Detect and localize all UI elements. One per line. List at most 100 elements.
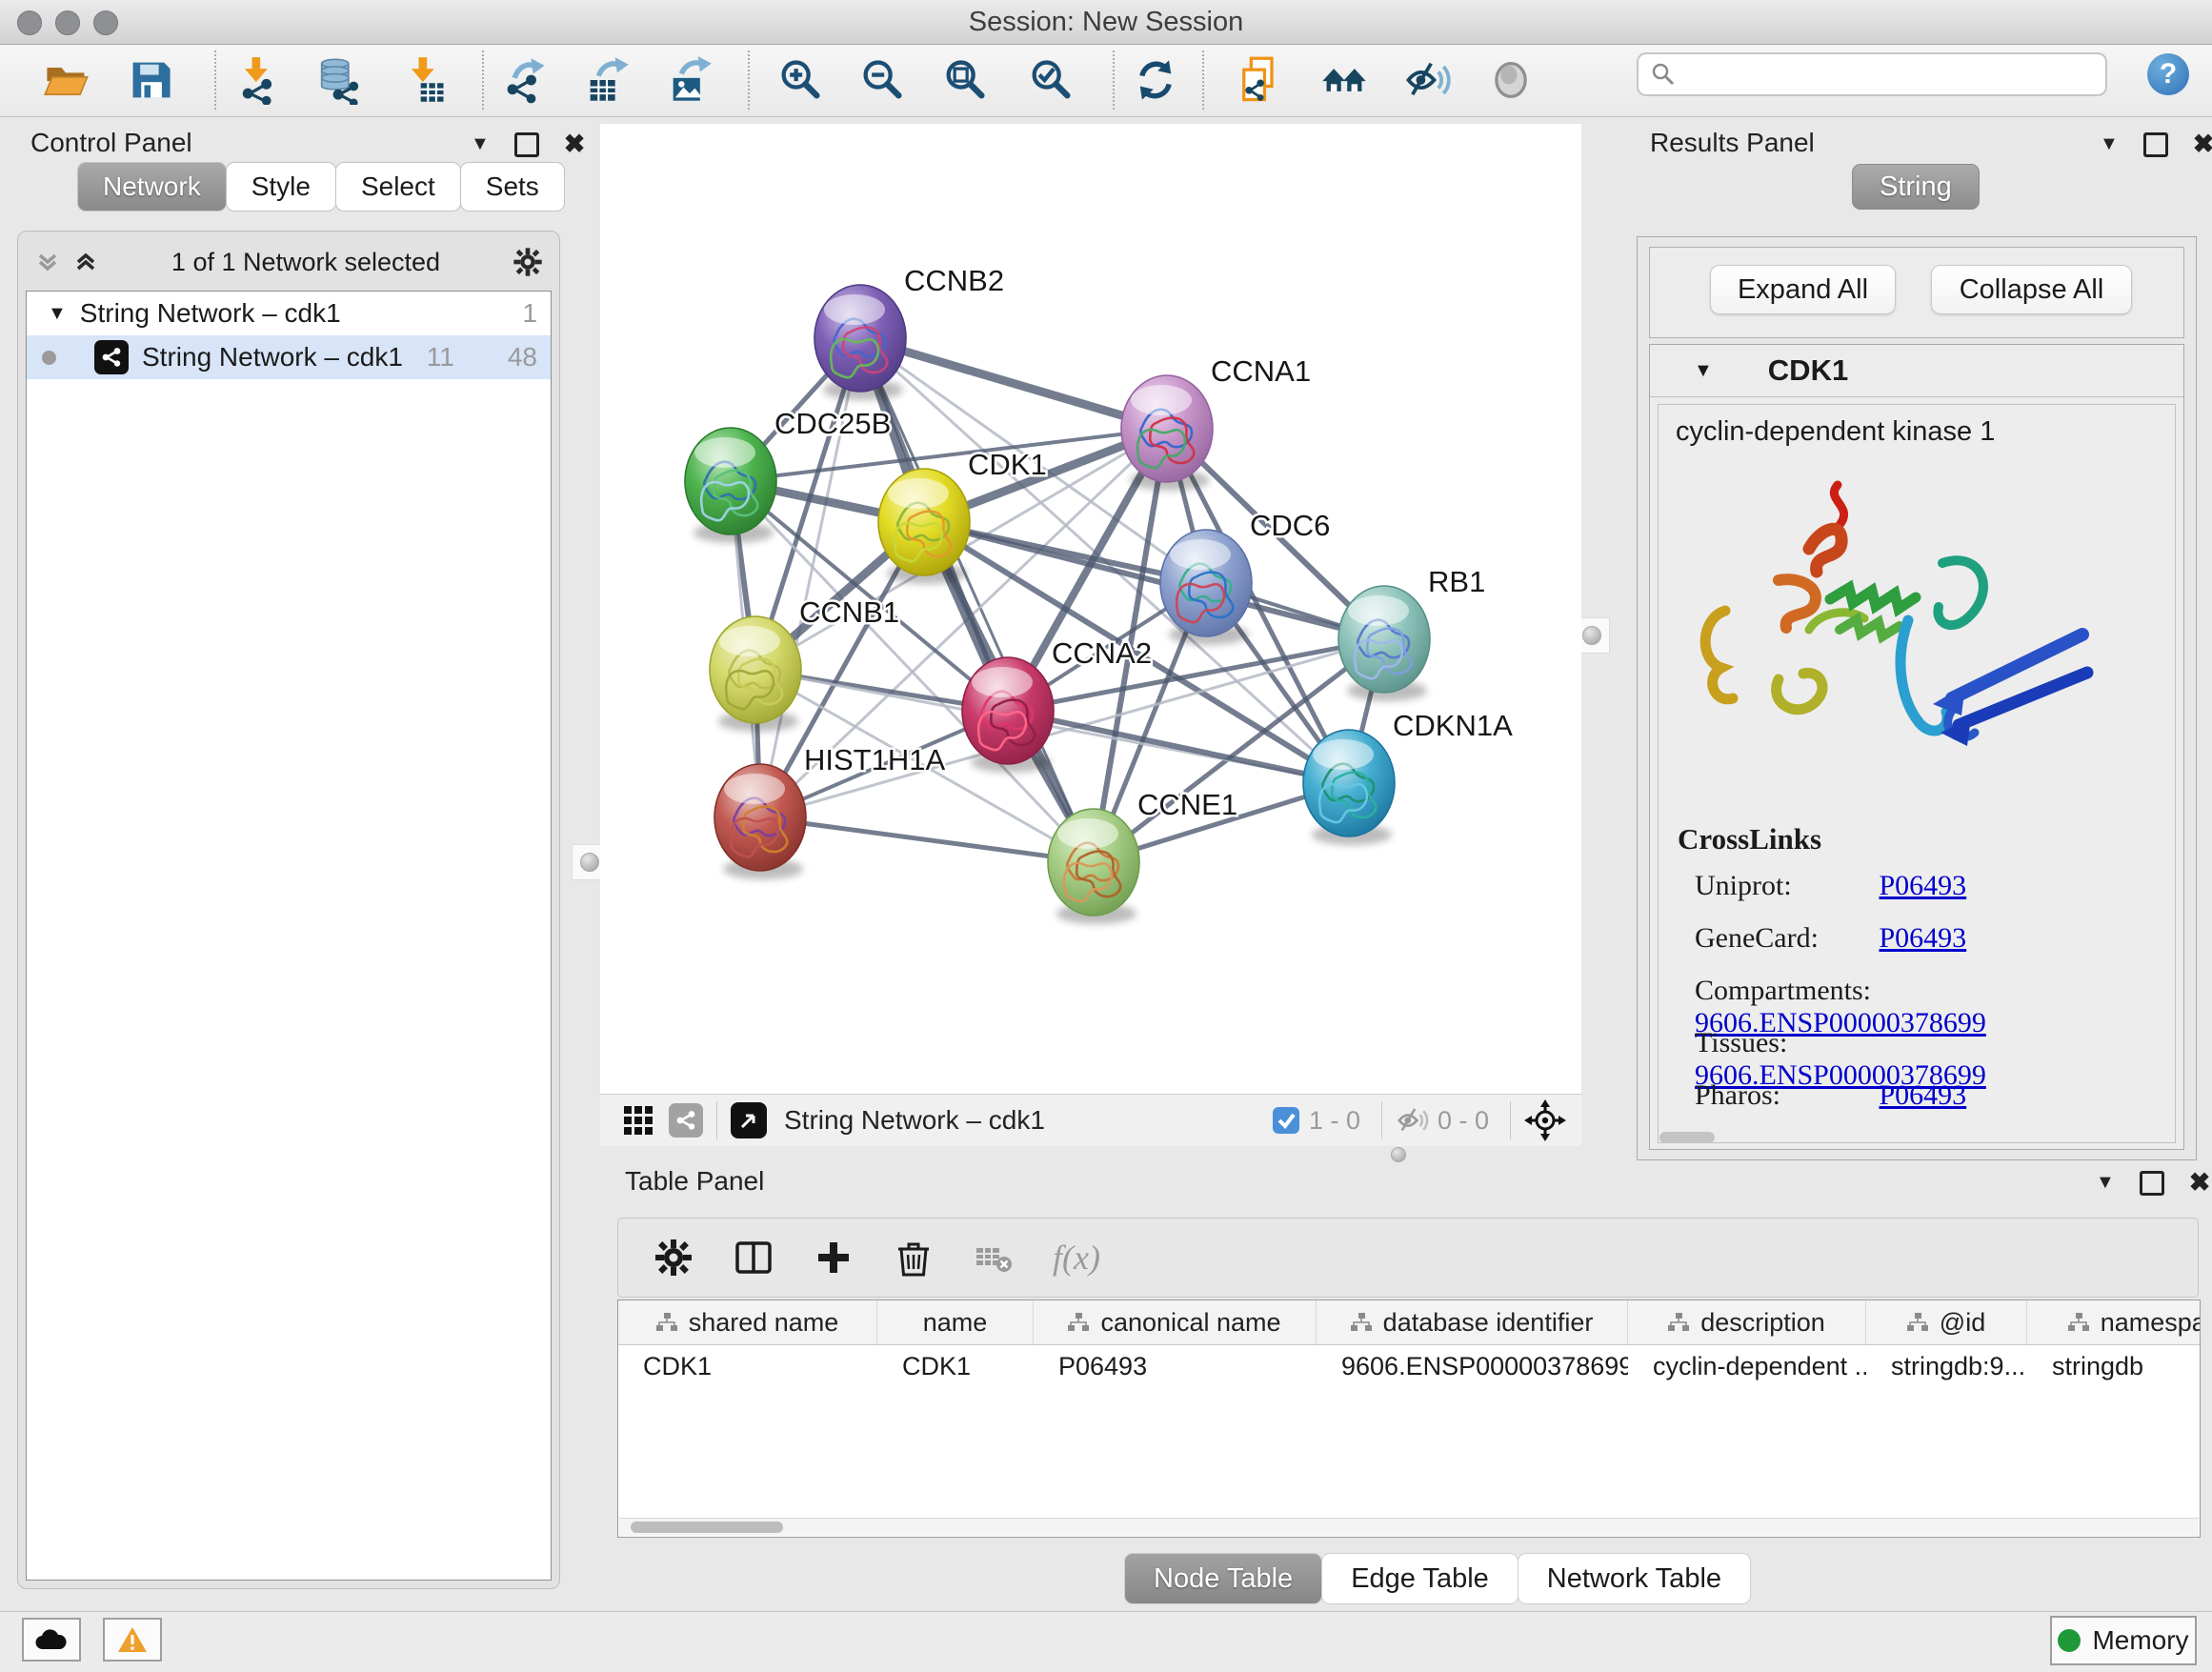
node-table[interactable]: shared name name canonical name database…: [617, 1299, 2201, 1538]
expand-all-button[interactable]: Expand All: [1710, 265, 1896, 314]
zoom-in-icon[interactable]: [773, 52, 828, 108]
panel-collapse-icon[interactable]: ▼: [471, 133, 490, 155]
table-panel-title: Table Panel: [625, 1166, 764, 1197]
warning-button[interactable]: [103, 1618, 162, 1662]
column-header[interactable]: description: [1628, 1300, 1866, 1344]
export-image-icon[interactable]: [662, 52, 717, 108]
cloud-button[interactable]: [22, 1618, 81, 1662]
gene-section-header[interactable]: ▼ CDK1: [1650, 345, 2183, 397]
table-gear-icon[interactable]: [653, 1237, 694, 1279]
gear-icon[interactable]: [512, 246, 544, 278]
crosslink-row: GeneCard: P06493: [1695, 922, 2152, 955]
window-minimize-button[interactable]: [55, 10, 80, 35]
column-header[interactable]: database identifier: [1317, 1300, 1628, 1344]
export-table-icon[interactable]: [579, 52, 634, 108]
tree-expander-icon[interactable]: ▼: [48, 303, 67, 325]
fit-selected-crosshair-icon[interactable]: [1524, 1099, 1566, 1141]
grid-view-icon[interactable]: [621, 1103, 655, 1138]
network-view-toolbar: String Network – cdk1 1 - 0 0 - 0: [600, 1094, 1581, 1146]
expand-all-icon[interactable]: [71, 248, 100, 276]
split-columns-icon[interactable]: [733, 1237, 774, 1279]
panel-float-icon[interactable]: [2143, 132, 2168, 157]
protein-structure-image: [1687, 458, 2125, 811]
panel-close-icon[interactable]: ✖: [2193, 130, 2212, 159]
network-row-selected[interactable]: String Network – cdk1 11 48: [27, 335, 551, 379]
memory-status-dot: [2058, 1629, 2081, 1652]
string-results-container: Expand All Collapse All ▼ CDK1 cyclin-de…: [1637, 236, 2197, 1160]
open-session-icon[interactable]: [39, 52, 94, 108]
help-button[interactable]: ?: [2147, 53, 2189, 95]
network-canvas[interactable]: CCNB2CCNA1CDC25BCDK1CDC6RB1CCNB1CCNA2CDK…: [600, 124, 1581, 1094]
home-icon[interactable]: [1317, 52, 1372, 108]
tab-node-table[interactable]: Node Table: [1124, 1553, 1322, 1604]
section-expander-icon[interactable]: ▼: [1694, 360, 1713, 382]
function-builder-icon: f(x): [1053, 1238, 1100, 1278]
table-hscrollbar-thumb[interactable]: [631, 1521, 783, 1533]
tab-string[interactable]: String: [1852, 164, 1980, 210]
zoom-selected-icon[interactable]: [1023, 52, 1078, 108]
svg-text:CDKN1A: CDKN1A: [1393, 709, 1513, 742]
import-database-icon[interactable]: [311, 52, 366, 108]
panel-close-icon[interactable]: ✖: [564, 130, 586, 159]
hide-selected-icon[interactable]: [1400, 52, 1456, 108]
gene-details: cyclin-dependent kinase 1: [1658, 404, 2176, 1143]
network-label: String Network – cdk1: [142, 342, 403, 373]
tab-select[interactable]: Select: [335, 162, 461, 212]
collapse-all-icon[interactable]: [33, 248, 62, 276]
window-close-button[interactable]: [17, 10, 42, 35]
duplicate-page-icon[interactable]: [1232, 52, 1287, 108]
memory-button[interactable]: Memory: [2050, 1616, 2197, 1665]
column-header[interactable]: canonical name: [1034, 1300, 1317, 1344]
column-header[interactable]: name: [877, 1300, 1034, 1344]
panel-collapse-icon[interactable]: ▼: [2096, 1172, 2115, 1194]
tab-network[interactable]: Network: [77, 162, 227, 212]
results-hscrollbar-thumb[interactable]: [1659, 1132, 1715, 1143]
current-network-dot: [42, 351, 56, 365]
import-table-icon[interactable]: [397, 52, 452, 108]
table-hscrollbar[interactable]: [619, 1518, 2199, 1536]
control-panel-tabs: Network Style Select Sets: [78, 162, 565, 212]
delete-column-icon[interactable]: [893, 1237, 935, 1279]
column-header[interactable]: @id: [1866, 1300, 2027, 1344]
bottom-splitter-handle[interactable]: [1386, 1147, 1411, 1162]
save-session-icon[interactable]: [123, 52, 178, 108]
column-header[interactable]: namespace: [2027, 1300, 2201, 1344]
hidden-eye-icon: [1396, 1103, 1430, 1138]
crosslink-genecard[interactable]: P06493: [1880, 922, 1967, 954]
panel-collapse-icon[interactable]: ▼: [2100, 133, 2119, 155]
zoom-out-icon[interactable]: [855, 52, 910, 108]
collapse-all-button[interactable]: Collapse All: [1931, 265, 2132, 314]
window-zoom-button[interactable]: [93, 10, 118, 35]
search-input[interactable]: [1677, 59, 2094, 91]
svg-text:CCNA1: CCNA1: [1211, 354, 1311, 388]
network-collection-row[interactable]: ▼ String Network – cdk1 1: [27, 292, 551, 335]
refresh-icon[interactable]: [1128, 52, 1183, 108]
panel-float-icon[interactable]: [2140, 1171, 2164, 1196]
tab-style[interactable]: Style: [226, 162, 336, 212]
add-column-icon[interactable]: [813, 1237, 855, 1279]
tab-edge-table[interactable]: Edge Table: [1321, 1553, 1518, 1604]
table-panel: Table Panel ▼ ✖ f(x) shared name name ca…: [617, 1164, 2201, 1545]
crosslink-pharos[interactable]: P06493: [1880, 1079, 1967, 1111]
birds-eye-view-icon[interactable]: [731, 1102, 767, 1138]
crosslink-uniprot[interactable]: P06493: [1880, 870, 1967, 901]
table-row[interactable]: CDK1 CDK1 P06493 9606.ENSP00000378699 cy…: [618, 1345, 2200, 1387]
crosslink-row: Uniprot: P06493: [1695, 870, 2152, 902]
column-header[interactable]: shared name: [618, 1300, 877, 1344]
window-titlebar: Session: New Session: [0, 0, 2212, 45]
tab-sets[interactable]: Sets: [460, 162, 565, 212]
svg-text:RB1: RB1: [1428, 565, 1485, 598]
search-box[interactable]: [1637, 52, 2107, 96]
export-network-icon[interactable]: [497, 52, 553, 108]
zoom-fit-icon[interactable]: [937, 52, 993, 108]
delete-table-icon: [973, 1237, 1015, 1279]
tab-network-table[interactable]: Network Table: [1518, 1553, 1751, 1604]
string-network-graph[interactable]: CCNB2CCNA1CDC25BCDK1CDC6RB1CCNB1CCNA2CDK…: [600, 124, 1581, 1094]
show-all-icon[interactable]: [1483, 52, 1538, 108]
import-network-icon[interactable]: [231, 52, 286, 108]
network-share-icon[interactable]: [669, 1103, 703, 1138]
panel-float-icon[interactable]: [514, 132, 539, 157]
panel-close-icon[interactable]: ✖: [2189, 1168, 2211, 1198]
control-panel-title: Control Panel: [30, 128, 192, 158]
selected-checkbox-icon[interactable]: [1271, 1105, 1301, 1136]
